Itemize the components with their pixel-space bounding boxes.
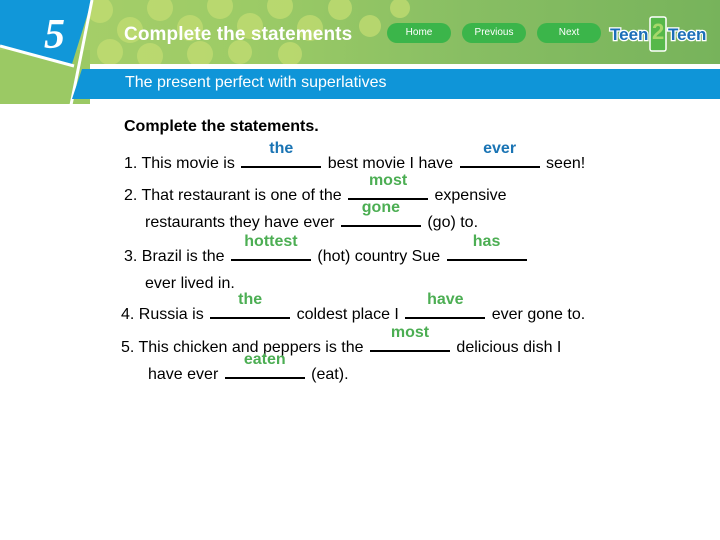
statement-2: 2. That restaurant is one of the most ex… <box>124 172 507 210</box>
statement-text: expensive <box>430 187 507 204</box>
statement-text: 3. Brazil is the <box>124 248 229 265</box>
svg-text:2: 2 <box>652 19 664 44</box>
statement-text: 2. That restaurant is one of the <box>124 187 347 204</box>
statement-5: 5. This chicken and peppers is the most … <box>121 324 562 362</box>
answer-text: the <box>269 140 294 157</box>
statement-text: delicious dish I <box>451 339 562 356</box>
answer-blank[interactable]: the <box>241 140 322 168</box>
answer-blank[interactable]: hottest <box>230 233 311 261</box>
answer-text: the <box>238 291 263 308</box>
answer-text: gone <box>361 199 400 216</box>
answer-text: eaten <box>243 351 286 368</box>
answer-blank[interactable]: gone <box>340 199 421 227</box>
statement-4: 4. Russia is the coldest place I have ev… <box>121 291 586 329</box>
answer-blank[interactable]: the <box>210 291 291 319</box>
statement-text: seen! <box>541 155 586 172</box>
navigation: Home Previous Next <box>387 23 601 43</box>
next-button[interactable]: Next <box>537 23 601 43</box>
statement-text: (hot) country Sue <box>312 248 445 265</box>
home-button[interactable]: Home <box>387 23 451 43</box>
instructions: Complete the statements. <box>124 118 319 135</box>
lesson-header: 5 Complete the statements Home Previous … <box>0 0 720 104</box>
page-subtitle: The present perfect with superlatives <box>125 74 387 91</box>
svg-text:Teen: Teen <box>610 25 648 44</box>
answer-blank[interactable]: has <box>446 233 527 261</box>
page-title: Complete the statements <box>124 24 353 45</box>
chapter-number: 5 <box>44 12 65 58</box>
statement-text: best movie I have <box>323 155 458 172</box>
answer-text: ever <box>483 140 517 157</box>
answer-text: hottest <box>244 233 298 250</box>
answer-text: has <box>472 233 501 250</box>
statement-text: ever gone to. <box>487 306 586 323</box>
statement-text: (eat). <box>306 366 349 383</box>
previous-button[interactable]: Previous <box>462 23 526 43</box>
statement-text: coldest place I <box>292 306 404 323</box>
statement-3: 3. Brazil is the hottest (hot) country S… <box>124 233 529 271</box>
answer-blank[interactable]: ever <box>459 140 540 168</box>
answer-blank[interactable]: eaten <box>224 351 305 379</box>
answer-blank[interactable]: most <box>369 324 450 352</box>
answer-text: have <box>427 291 464 308</box>
statement-2-continued: restaurants they have ever gone (go) to. <box>145 199 479 237</box>
svg-text:Teen: Teen <box>668 25 706 44</box>
statement-text: restaurants they have ever <box>145 214 339 231</box>
statement-text: have ever <box>148 366 223 383</box>
answer-blank[interactable]: have <box>405 291 486 319</box>
statement-text: 1. This movie is <box>124 155 240 172</box>
answer-text: most <box>368 172 408 189</box>
answer-text: most <box>390 324 430 341</box>
statement-text: 4. Russia is <box>121 306 209 323</box>
statement-5-continued: have ever eaten (eat). <box>148 351 349 389</box>
teen2teen-logo: Teen 2 Teen <box>609 16 708 52</box>
statement-text: (go) to. <box>422 214 479 231</box>
